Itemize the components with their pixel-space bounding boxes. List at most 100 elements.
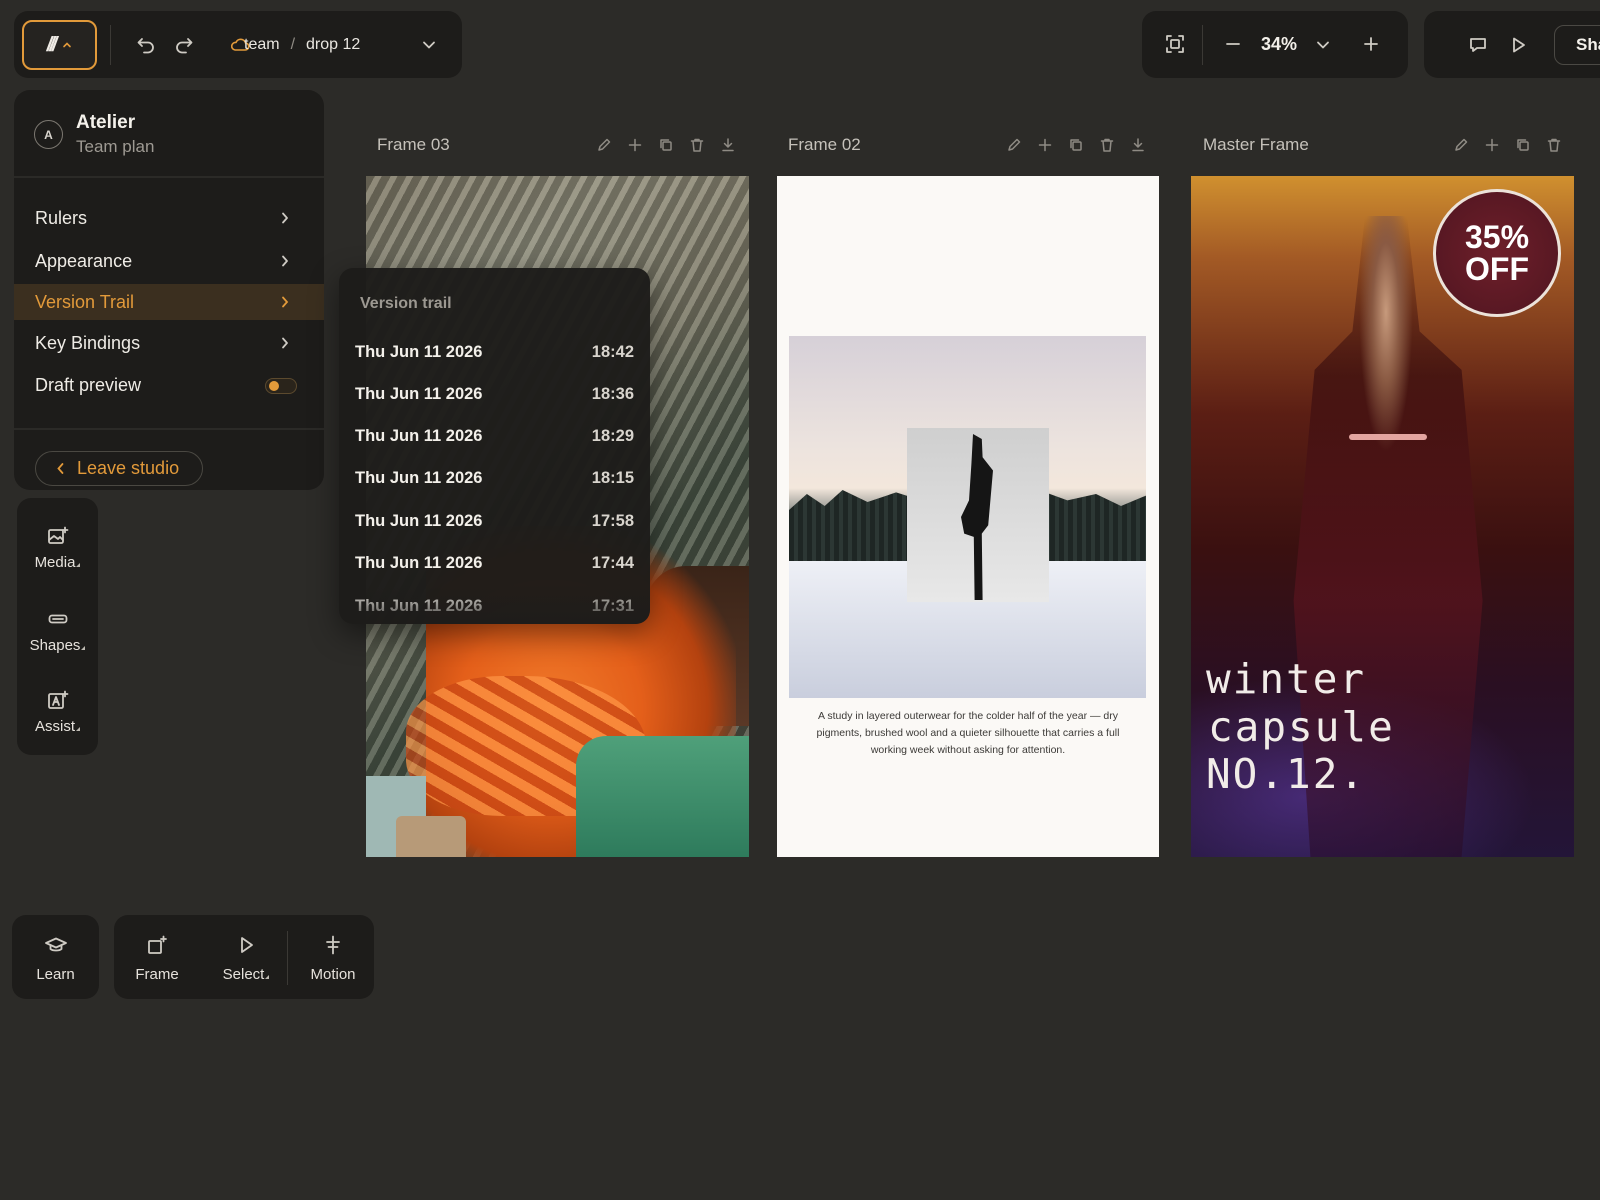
edit-icon[interactable] [1452,136,1470,154]
promo-headline: winter capsule NO.12. [1206,655,1395,799]
left-tool-dock: Media Shapes Assist [17,498,98,755]
frame-03-actions [595,136,737,154]
master-photo-belt [1349,434,1427,440]
zoom-in-icon[interactable] [1363,36,1379,52]
master-frame-title[interactable]: Master Frame [1203,135,1309,155]
edit-icon[interactable] [595,136,613,154]
menu-item-label: Appearance [35,250,133,271]
promo-line: NO.12. [1206,750,1367,799]
version-row[interactable]: Thu Jun 11 2026 17:58 [355,512,634,534]
version-date: Thu Jun 11 2026 [355,597,483,615]
promo-line: winter [1206,655,1367,703]
main-menu-button[interactable]: /// [22,20,97,70]
select-tool-label: Select [222,966,265,983]
divider [1202,25,1203,65]
leave-studio-button[interactable]: Leave studio [35,451,203,486]
version-row[interactable]: Thu Jun 11 2026 18:15 [355,469,634,491]
share-button[interactable]: Sha [1554,25,1600,65]
cursor-play-icon [241,937,253,953]
divider [110,25,111,65]
version-row[interactable]: Thu Jun 11 2026 18:42 [355,343,634,365]
duplicate-icon[interactable] [657,136,675,154]
download-icon[interactable] [719,136,737,154]
zoom-out-icon[interactable] [1225,36,1241,52]
add-icon[interactable] [1483,136,1501,154]
toggle-knob [269,381,279,391]
discount-badge-off: OFF [1465,251,1529,287]
version-date: Thu Jun 11 2026 [355,385,483,403]
redo-icon[interactable] [174,35,194,55]
frame-tool-label: Frame [135,966,179,983]
download-icon[interactable] [1129,136,1147,154]
divider [14,176,324,178]
zoom-dropdown-chevron-icon[interactable] [1316,39,1330,51]
add-icon[interactable] [626,136,644,154]
assist-tool[interactable]: Assist [17,690,98,760]
version-row[interactable]: Thu Jun 11 2026 18:36 [355,385,634,407]
menu-item-rulers[interactable]: Rulers [14,200,324,236]
version-date: Thu Jun 11 2026 [355,469,483,487]
discount-badge: 35% OFF [1433,189,1561,317]
shape-icon [48,614,67,624]
frame-03-photo-pants [576,736,749,857]
leave-studio-label: Leave studio [77,458,180,478]
menu-item-version-trail[interactable]: Version Trail [14,284,324,320]
workspace-name: Atelier [76,112,136,133]
frame-03-photo-bag [396,816,466,857]
chevron-left-icon [57,463,64,474]
delete-icon[interactable] [1098,136,1116,154]
fit-to-screen-icon[interactable] [1165,34,1185,54]
version-time: 17:44 [591,554,634,572]
duplicate-icon[interactable] [1067,136,1085,154]
frame-tool[interactable]: Frame [114,915,200,999]
avatar[interactable]: A [34,120,63,149]
select-tool[interactable]: Select [206,915,286,999]
version-time: 18:29 [591,427,634,445]
top-left-toolbar: /// team / drop 12 [14,11,462,78]
discount-badge-percent: 35% [1464,219,1530,255]
version-row[interactable]: Thu Jun 11 2026 17:44 [355,554,634,576]
image-add-icon [47,526,68,544]
add-icon[interactable] [1036,136,1054,154]
submenu-indicator [76,727,80,731]
submenu-indicator [76,563,81,567]
motion-tool[interactable]: Motion [292,915,374,999]
version-time: 18:15 [591,469,634,487]
shapes-tool[interactable]: Shapes [17,609,98,679]
learn-panel: Learn [12,915,99,999]
zoom-level[interactable]: 34% [1261,34,1297,55]
menu-item-key-bindings[interactable]: Key Bindings [14,325,324,361]
edit-icon[interactable] [1005,136,1023,154]
draft-preview-toggle[interactable] [265,378,297,394]
menu-item-draft-preview: Draft preview [14,367,324,403]
play-icon[interactable] [1508,35,1528,55]
delete-icon[interactable] [1545,136,1563,154]
frame-03-title[interactable]: Frame 03 [377,135,450,155]
comment-icon[interactable] [1468,35,1488,55]
frame-02-title[interactable]: Frame 02 [788,135,861,155]
duplicate-icon[interactable] [1514,136,1532,154]
version-row[interactable]: Thu Jun 11 2026 18:29 [355,427,634,449]
zoom-toolbar: 34% [1142,11,1408,78]
assist-tool-label: Assist [34,718,75,735]
undo-icon[interactable] [136,35,156,55]
menu-item-label: Draft preview [35,374,142,395]
delete-icon[interactable] [688,136,706,154]
media-tool[interactable]: Media [17,526,98,596]
learn-label: Learn [36,966,75,983]
version-date: Thu Jun 11 2026 [355,554,483,572]
settings-menu: A Atelier Team plan Rulers Appearance Ve… [14,90,324,490]
version-time: 17:58 [591,512,634,530]
master-frame-canvas[interactable]: 35% OFF winter capsule NO.12. [1191,176,1574,857]
workspace-plan: Team plan [76,137,155,156]
breadcrumb-team[interactable]: team [244,36,280,54]
frame-02-landscape-photo [789,336,1146,698]
version-row[interactable]: Thu Jun 11 2026 17:31 [355,597,634,619]
learn-button[interactable]: Learn [12,915,99,999]
menu-item-appearance[interactable]: Appearance [14,243,324,279]
frame-02-canvas[interactable]: A study in layered outerwear for the col… [777,176,1159,857]
shapes-tool-label: Shapes [29,637,81,654]
chevron-down-icon[interactable] [422,39,436,51]
frame-02-caption: A study in layered outerwear for the col… [816,710,1120,756]
breadcrumb-project[interactable]: drop 12 [306,36,360,54]
